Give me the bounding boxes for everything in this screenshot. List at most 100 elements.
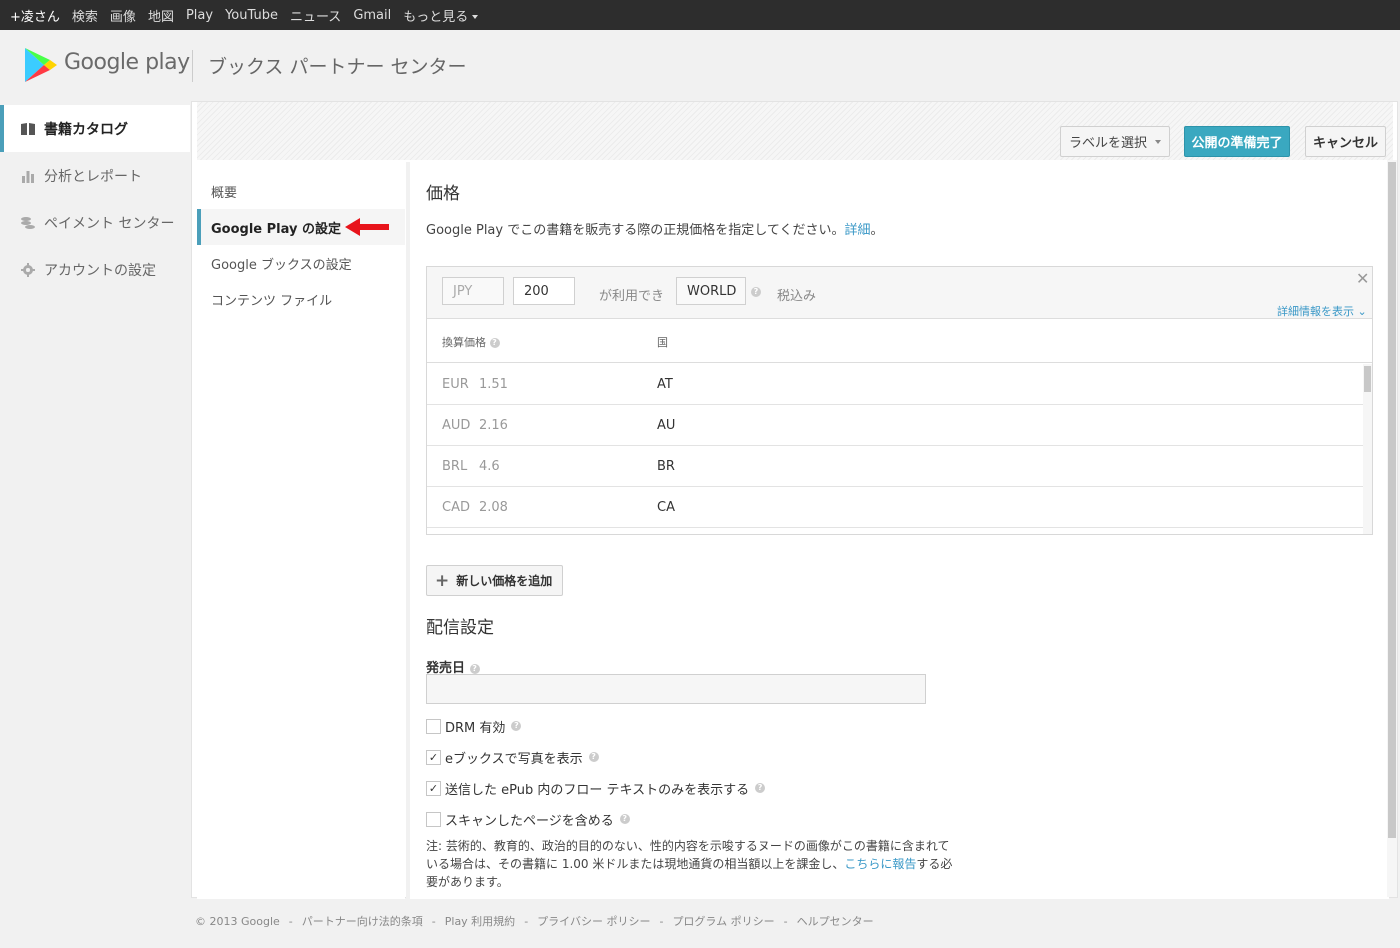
- footer-link-program-policy[interactable]: プログラム ポリシー: [672, 915, 774, 928]
- price-description: Google Play でこの書籍を販売する際の正規価格を指定してください。詳細…: [426, 219, 883, 238]
- gbar-link-news[interactable]: ニュース: [290, 6, 341, 25]
- row-currency: AUD: [442, 418, 471, 433]
- tax-included-label: 税込み: [777, 289, 817, 304]
- label-select-dropdown[interactable]: ラベルを選択: [1060, 126, 1170, 157]
- col-converted-price: 換算価格 ?: [442, 334, 500, 350]
- gbar-link-youtube[interactable]: YouTube: [225, 8, 278, 23]
- flow-text-checkbox[interactable]: ✓: [426, 780, 441, 796]
- nav-item-book-catalog[interactable]: 書籍カタログ: [0, 105, 190, 152]
- price-input-row: JPY 200 が利用でき WORLD ? 税込み ✕ 詳細情報を表示 ⌄: [427, 267, 1372, 319]
- settings-content: 価格 Google Play でこの書籍を販売する際の正規価格を指定してください…: [410, 162, 1389, 899]
- product-title: ブックス パートナー センター: [208, 56, 467, 78]
- col-converted-label: 換算価格: [442, 336, 486, 349]
- gbar-more-menu[interactable]: もっと見る: [403, 6, 479, 25]
- help-icon[interactable]: ?: [511, 721, 522, 731]
- table-row: BRL 4.6 BR: [427, 446, 1363, 487]
- drm-checkbox[interactable]: [426, 718, 441, 734]
- subnav-item-overview[interactable]: 概要: [197, 173, 405, 209]
- nav-item-analytics[interactable]: 分析とレポート: [0, 152, 190, 199]
- flow-text-option: ✓ 送信した ePub 内のフロー テキストのみを表示する ?: [426, 779, 766, 798]
- toolbar: ラベルを選択 公開の準備完了 キャンセル: [197, 102, 1393, 160]
- help-icon[interactable]: ?: [489, 338, 500, 348]
- row-country: CA: [657, 500, 675, 515]
- row-country: AU: [657, 418, 676, 433]
- price-section-title: 価格: [426, 184, 460, 204]
- gbar-link-search[interactable]: 検索: [72, 6, 98, 25]
- nav-item-account-settings[interactable]: アカウントの設定: [0, 246, 190, 293]
- help-icon[interactable]: ?: [751, 287, 761, 297]
- cancel-button[interactable]: キャンセル: [1305, 126, 1386, 157]
- flow-text-label: 送信した ePub 内のフロー テキストのみを表示する: [445, 782, 750, 798]
- footer: © 2013 Google - パートナー向け法的条項 - Play 利用規約 - プライバ…: [195, 915, 874, 928]
- report-link[interactable]: こちらに報告: [844, 857, 916, 871]
- brand-wordmark: Google play: [64, 50, 190, 75]
- show-details-label: 詳細情報を表示: [1277, 305, 1354, 318]
- show-photos-checkbox[interactable]: ✓: [426, 749, 441, 765]
- row-value: 1.51: [479, 377, 508, 392]
- table-row: EUR 1.51 AT: [427, 364, 1363, 405]
- currency-field[interactable]: JPY: [442, 277, 504, 305]
- row-country: AT: [657, 377, 673, 392]
- available-label: が利用でき: [599, 289, 665, 304]
- nav-item-payment-center[interactable]: ペイメント センター: [0, 199, 190, 246]
- row-value: 2.16: [479, 418, 508, 433]
- footer-link-help-center[interactable]: ヘルプセンター: [797, 915, 874, 928]
- gbar-more-label: もっと見る: [403, 9, 469, 25]
- chevron-down-icon: [1155, 139, 1161, 144]
- close-icon[interactable]: ✕: [1356, 269, 1369, 288]
- footer-copyright: © 2013 Google: [195, 915, 280, 928]
- region-field[interactable]: WORLD: [676, 277, 746, 305]
- scanned-pages-label: スキャンしたページを含める: [445, 813, 614, 829]
- price-details-link[interactable]: 詳細: [844, 223, 870, 238]
- header-divider: [192, 50, 193, 82]
- footer-link-play-terms[interactable]: Play 利用規約: [445, 915, 515, 928]
- row-currency: BRL: [442, 459, 468, 474]
- google-top-bar: +凌さん 検索 画像 地図 Play YouTube ニュース Gmail もっ…: [0, 0, 1400, 30]
- add-price-button[interactable]: + 新しい価格を追加: [426, 565, 563, 596]
- scanned-pages-checkbox[interactable]: [426, 811, 441, 827]
- footer-link-partner-terms[interactable]: パートナー向け法的条項: [302, 915, 423, 928]
- help-icon[interactable]: ?: [619, 814, 630, 824]
- gbar-link-maps[interactable]: 地図: [148, 6, 174, 25]
- ready-to-publish-button[interactable]: 公開の準備完了: [1184, 126, 1290, 157]
- drm-option: DRM 有効 ?: [426, 717, 522, 736]
- gear-icon: [21, 262, 35, 277]
- gbar-user-link[interactable]: +凌さん: [10, 6, 60, 25]
- table-row: AUD 2.16 AU: [427, 405, 1363, 446]
- row-currency: EUR: [442, 377, 469, 392]
- left-nav: 書籍カタログ 分析とレポート ペイメント センター アカウントの設定: [0, 105, 190, 293]
- price-amount-input[interactable]: 200: [513, 277, 575, 305]
- nav-item-label: アカウントの設定: [44, 262, 156, 279]
- add-price-label: 新しい価格を追加: [456, 574, 553, 588]
- col-country: 国: [657, 336, 668, 349]
- header: Google play ブックス パートナー センター: [0, 30, 1400, 102]
- price-box: JPY 200 が利用でき WORLD ? 税込み ✕ 詳細情報を表示 ⌄ 換算…: [426, 266, 1373, 535]
- gbar-link-play[interactable]: Play: [186, 8, 213, 23]
- drm-label: DRM 有効: [445, 720, 506, 736]
- gbar-link-images[interactable]: 画像: [110, 6, 136, 25]
- chevron-down-icon: [472, 15, 479, 19]
- price-table-body: EUR 1.51 AT AUD 2.16 AU BRL 4.6 BR CAD 2…: [427, 364, 1363, 534]
- help-icon[interactable]: ?: [469, 663, 480, 674]
- scanned-pages-option: スキャンしたページを含める ?: [426, 810, 630, 829]
- footer-link-privacy[interactable]: プライバシー ポリシー: [537, 915, 650, 928]
- subnav-item-content-files[interactable]: コンテンツ ファイル: [197, 281, 405, 317]
- bar-chart-icon: [22, 170, 34, 183]
- show-photos-label: eブックスで写真を表示: [445, 751, 583, 767]
- row-currency: CAD: [442, 500, 470, 515]
- show-details-link[interactable]: 詳細情報を表示 ⌄: [1277, 303, 1367, 319]
- help-icon[interactable]: ?: [755, 783, 766, 793]
- page-scrollbar-thumb[interactable]: [1388, 162, 1396, 838]
- nav-item-label: 書籍カタログ: [44, 121, 128, 138]
- sub-nav: 概要 Google Play の設定 Google ブックスの設定 コンテンツ …: [197, 162, 405, 899]
- google-play-logo-icon[interactable]: [24, 47, 58, 83]
- help-icon[interactable]: ?: [588, 752, 599, 762]
- gbar-link-gmail[interactable]: Gmail: [353, 8, 391, 23]
- release-date-input[interactable]: [426, 674, 926, 704]
- nudity-note: 注: 芸術的、教育的、政治的目的のない、性的内容を示唆するヌードの画像がこの書籍…: [426, 837, 961, 891]
- subnav-item-google-books-settings[interactable]: Google ブックスの設定: [197, 245, 405, 281]
- show-photos-option: ✓ eブックスで写真を表示 ?: [426, 748, 599, 767]
- annotation-arrow-icon: [345, 218, 389, 236]
- table-scrollbar-thumb[interactable]: [1364, 366, 1371, 392]
- price-table-header: 換算価格 ? 国: [427, 319, 1372, 363]
